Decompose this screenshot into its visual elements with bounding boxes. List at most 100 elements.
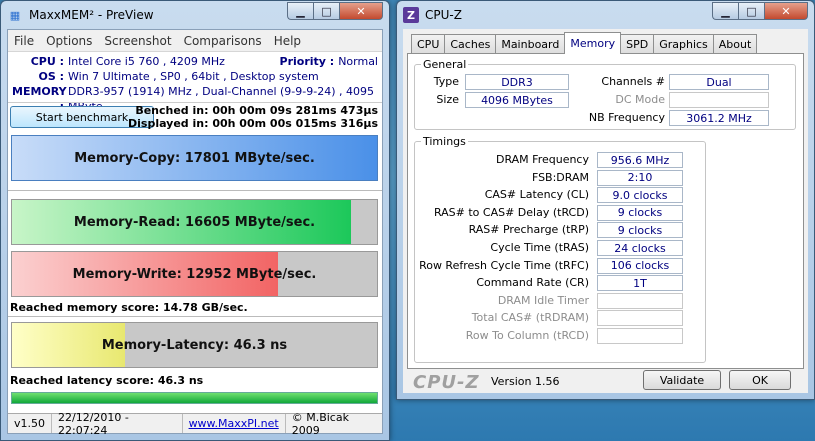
close-icon: ✕ xyxy=(356,4,366,18)
size-label: Size xyxy=(436,93,459,106)
timing-value: 9 clocks xyxy=(597,222,683,239)
tab-mainboard[interactable]: Mainboard xyxy=(495,34,566,54)
close-icon: ✕ xyxy=(781,4,791,18)
cpuz-logo: CPU-Z xyxy=(413,372,480,393)
window-title: CPU-Z xyxy=(425,8,462,22)
maximize-button[interactable]: □ xyxy=(738,2,764,20)
benched-time: Benched in: 00h 00m 09s 281ms 473µs xyxy=(135,104,378,117)
timing-value: 106 clocks xyxy=(597,257,683,274)
timing-label: Row Refresh Cycle Time (tRFC) xyxy=(419,258,589,272)
minimize-icon: ▁ xyxy=(721,4,730,18)
copy-bar-label: Memory-Copy: 17801 MByte/sec. xyxy=(74,150,315,166)
tab-about[interactable]: About xyxy=(712,34,758,54)
maxxmem-client: File Options Screenshot Comparisons Help… xyxy=(7,29,383,437)
benchmark-times: Benched in: 00h 00m 09s 281ms 473µs Disp… xyxy=(128,104,378,130)
general-title: General xyxy=(421,58,469,71)
priority-value: Normal xyxy=(338,55,378,68)
timing-value: 1T xyxy=(597,275,683,292)
cpu-value: Intel Core i5 760 , 4209 MHz xyxy=(68,55,225,68)
system-info: CPU : Intel Core i5 760 , 4209 MHz OS : Wi… xyxy=(8,52,382,113)
tab-caches[interactable]: Caches xyxy=(444,34,497,54)
maxxmem-window: ▦ MaxxMEM² - PreView ▁ □ ✕ File Options … xyxy=(0,0,390,441)
tab-cpu[interactable]: CPU xyxy=(411,34,446,54)
maxxmem-titlebar[interactable]: ▦ MaxxMEM² - PreView ▁ □ ✕ xyxy=(1,1,389,29)
status-bar: v1.50 22/12/2010 - 22:07:24 www.MaxxPI.n… xyxy=(8,410,382,437)
dcmode-label: DC Mode xyxy=(615,93,665,106)
latency-bar: Memory-Latency: 46.3 ns xyxy=(11,322,378,368)
website-link[interactable]: www.MaxxPI.net xyxy=(183,414,286,433)
minimize-button[interactable]: ▁ xyxy=(712,2,738,20)
version-label: Version 1.56 xyxy=(491,375,560,388)
channels-value: Dual xyxy=(669,74,769,90)
latency-bar-label: Memory-Latency: 46.3 ns xyxy=(101,337,288,353)
cpuz-titlebar[interactable]: Z CPU-Z ▁ □ ✕ xyxy=(397,1,814,29)
nbfreq-value: 3061.2 MHz xyxy=(669,110,769,126)
memory-score: Reached memory score: 14.78 GB/sec. xyxy=(10,301,248,314)
displayed-time: Displayed in: 00h 00m 00s 015ms 316µs xyxy=(128,117,378,130)
copy-bar: Memory-Copy: 17801 MByte/sec. xyxy=(11,135,378,181)
timing-value: 24 clocks xyxy=(597,240,683,256)
timing-label: CAS# Latency (CL) xyxy=(484,188,589,202)
benchmark-bar: Start benchmark Benched in: 00h 00m 09s … xyxy=(8,102,382,130)
os-value: Win 7 Ultimate , SP0 , 64bit , Desktop s… xyxy=(68,70,319,83)
cpuz-window: Z CPU-Z ▁ □ ✕ CPU Caches Mainboard Memor… xyxy=(396,0,815,400)
priority-label: Priority : xyxy=(279,55,335,68)
type-label: Type xyxy=(433,75,459,88)
menu-options[interactable]: Options xyxy=(40,34,98,48)
timing-label: FSB:DRAM xyxy=(531,170,589,184)
results-panel: Memory-Copy: 17801 MByte/sec. Memory-Rea… xyxy=(8,130,382,410)
timing-label: Cycle Time (tRAS) xyxy=(490,241,589,254)
cpuz-app-icon: Z xyxy=(403,7,419,23)
timing-value xyxy=(597,292,683,309)
channels-label: Channels # xyxy=(601,75,665,88)
window-title: MaxxMEM² - PreView xyxy=(29,8,154,22)
tab-memory[interactable]: Memory xyxy=(564,32,622,54)
status-version: v1.50 xyxy=(8,414,53,433)
tab-strip: CPU Caches Mainboard Memory SPD Graphics… xyxy=(411,32,758,54)
validate-button[interactable]: Validate xyxy=(643,370,721,390)
timing-value: 956.6 MHz xyxy=(597,152,683,168)
type-value: DDR3 xyxy=(465,74,569,90)
menu-help[interactable]: Help xyxy=(268,34,307,48)
read-bar-label: Memory-Read: 16605 MByte/sec. xyxy=(73,214,316,230)
status-copyright: © M.Bicak 2009 xyxy=(291,410,349,437)
size-value: 4096 MBytes xyxy=(465,92,569,108)
general-group: General Type DDR3 Size 4096 MBytes Chann… xyxy=(414,58,796,130)
timing-label: Command Rate (CR) xyxy=(476,276,589,290)
write-bar-label: Memory-Write: 12952 MByte/sec. xyxy=(72,266,317,282)
timing-label: RAS# to CAS# Delay (tRCD) xyxy=(433,205,589,219)
menu-comparisons[interactable]: Comparisons xyxy=(178,34,268,48)
timings-title: Timings xyxy=(421,135,468,148)
status-datetime: 22/12/2010 - 22:07:24 xyxy=(52,411,183,437)
timing-label: DRAM Frequency xyxy=(495,153,589,166)
progress-bar xyxy=(11,392,378,404)
close-button[interactable]: ✕ xyxy=(339,2,383,20)
tab-graphics[interactable]: Graphics xyxy=(653,34,714,54)
ok-button[interactable]: OK xyxy=(729,370,791,390)
os-label: OS : xyxy=(38,70,64,83)
tab-spd[interactable]: SPD xyxy=(620,34,655,54)
timing-label: Total CAS# (tRDRAM) xyxy=(471,311,589,325)
timing-value: 9 clocks xyxy=(597,204,683,221)
timing-value xyxy=(597,328,683,344)
timing-value xyxy=(597,310,683,327)
close-button[interactable]: ✕ xyxy=(764,2,808,20)
cpu-label: CPU : xyxy=(30,55,64,68)
maximize-icon: □ xyxy=(321,4,332,18)
timing-label: DRAM Idle Timer xyxy=(497,293,589,307)
minimize-icon: ▁ xyxy=(296,4,305,18)
maximize-icon: □ xyxy=(746,4,757,18)
cpuz-client: CPU Caches Mainboard Memory SPD Graphics… xyxy=(403,29,808,393)
maximize-button[interactable]: □ xyxy=(313,2,339,20)
maxxmem-app-icon: ▦ xyxy=(9,8,21,22)
menu-bar: File Options Screenshot Comparisons Help xyxy=(8,30,382,52)
menu-file[interactable]: File xyxy=(8,34,40,48)
memory-tab-panel: General Type DDR3 Size 4096 MBytes Chann… xyxy=(407,53,804,369)
read-bar: Memory-Read: 16605 MByte/sec. xyxy=(11,199,378,245)
timing-value: 2:10 xyxy=(597,169,683,186)
timing-value: 9.0 clocks xyxy=(597,187,683,204)
minimize-button[interactable]: ▁ xyxy=(287,2,313,20)
dcmode-value xyxy=(669,92,769,108)
menu-screenshot[interactable]: Screenshot xyxy=(98,34,177,48)
timing-label: Row To Column (tRCD) xyxy=(465,329,589,342)
